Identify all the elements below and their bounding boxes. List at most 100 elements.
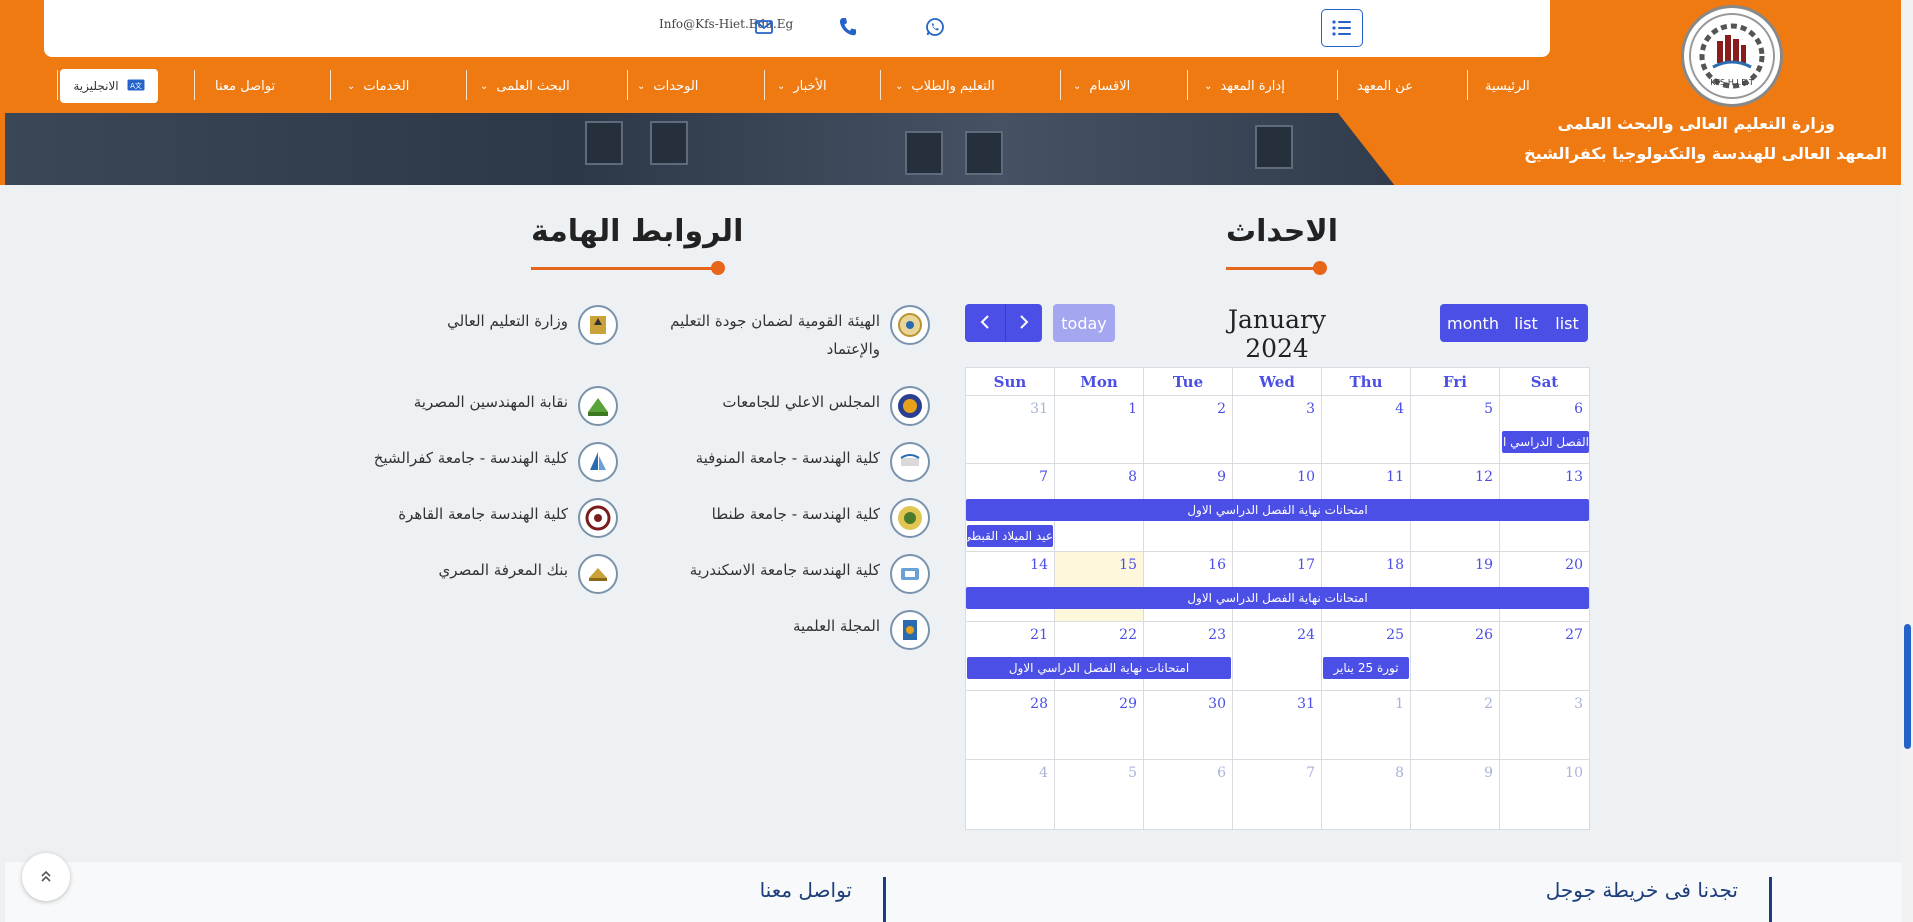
translate-icon: A文	[127, 79, 145, 94]
calendar-month-title: January 2024	[1227, 305, 1327, 363]
nav-news[interactable]: الأخبار ⌄	[777, 72, 827, 100]
journal-logo-icon	[890, 610, 930, 650]
hamburger-menu-button[interactable]	[1321, 9, 1363, 47]
calendar-day[interactable]: 2	[1144, 396, 1233, 464]
nav-divider	[194, 70, 195, 100]
footer-divider	[1769, 877, 1772, 922]
council-logo-icon	[890, 386, 930, 426]
calendar-day[interactable]: 10	[1500, 760, 1589, 829]
calendar-day[interactable]: 4	[1322, 396, 1411, 464]
alexandria-logo-icon	[890, 554, 930, 594]
link-scientific-journal[interactable]: المجلة العلمية	[793, 610, 930, 650]
phone-icon[interactable]	[838, 16, 858, 38]
footer-contact-title: تواصل معنا	[759, 878, 852, 902]
link-supreme-council-universities[interactable]: المجلس الاعلي للجامعات	[722, 386, 930, 426]
calendar-day[interactable]: 5	[1411, 396, 1500, 464]
link-egyptian-knowledge-bank[interactable]: بنك المعرفة المصري	[439, 554, 618, 594]
chevron-left-icon	[979, 314, 991, 333]
envelope-icon[interactable]	[754, 17, 774, 37]
calendar-day[interactable]: 8	[1322, 760, 1411, 829]
calendar-event[interactable]: ثورة 25 يناير	[1323, 657, 1409, 679]
nav-education-students[interactable]: التعليم والطلاب ⌄	[895, 72, 995, 100]
link-higher-education-ministry[interactable]: وزارة التعليم العالي	[447, 305, 618, 345]
calendar-day[interactable]: 3	[1233, 396, 1322, 464]
quality-authority-logo-icon	[890, 305, 930, 345]
calendar-today-button[interactable]: today	[1053, 304, 1115, 342]
calendar-prev-button[interactable]	[965, 304, 1005, 342]
top-contact-bar: Info@Kfs-Hiet.Edu.Eg	[44, 0, 1550, 57]
calendar-day[interactable]: 31	[966, 396, 1055, 464]
nav-research[interactable]: البحث العلمى ⌄	[480, 72, 570, 100]
chevron-down-icon: ⌄	[637, 80, 646, 92]
double-chevron-up-icon	[40, 868, 52, 887]
nav-divider	[1060, 70, 1061, 100]
calendar-day[interactable]: 30	[1144, 691, 1233, 760]
calendar-event[interactable]: الفصل الدراسي الاول	[1502, 431, 1589, 453]
calendar-view-month-button[interactable]: month	[1440, 304, 1506, 342]
language-switch-button[interactable]: A文 الانجليزية	[60, 69, 158, 103]
scrollbar-track[interactable]	[1901, 0, 1913, 922]
calendar-day[interactable]: 31	[1233, 691, 1322, 760]
calendar-day[interactable]: 9	[1411, 760, 1500, 829]
institute-name: المعهد العالى للهندسة والتكنولوجيا بكفرا…	[1524, 144, 1887, 163]
calendar-next-button[interactable]	[1005, 304, 1042, 342]
whatsapp-icon[interactable]	[924, 16, 946, 38]
calendar-day[interactable]: 6	[1500, 396, 1589, 464]
nav-divider	[330, 70, 331, 100]
chevron-down-icon: ⌄	[1204, 80, 1213, 92]
link-tanta-engineering[interactable]: كلية الهندسة - جامعة طنطا	[712, 498, 930, 538]
calendar-day[interactable]: 24	[1233, 622, 1322, 691]
calendar-grid: Sun Mon Tue Wed Thu Fri Sat 31 1 2 3 4 5…	[965, 367, 1590, 830]
calendar-view-list-button-2[interactable]: list	[1546, 304, 1588, 342]
footer-divider	[883, 877, 886, 922]
nav-about[interactable]: عن المعهد	[1357, 72, 1413, 100]
link-kafrelsheikh-engineering[interactable]: كلية الهندسة - جامعة كفرالشيخ	[374, 442, 618, 482]
calendar-day[interactable]: 26	[1411, 622, 1500, 691]
link-cairo-engineering[interactable]: كلية الهندسة جامعة القاهرة	[398, 498, 618, 538]
link-engineers-syndicate[interactable]: نقابة المهندسين المصرية	[414, 386, 618, 426]
calendar-day[interactable]: 6	[1144, 760, 1233, 829]
nav-divider	[57, 70, 58, 100]
calendar-view-list-button[interactable]: list	[1506, 304, 1546, 342]
weekday-header: Thu	[1322, 368, 1411, 396]
nav-divider	[1467, 70, 1468, 100]
knowledge-bank-logo-icon	[578, 554, 618, 594]
calendar-day[interactable]: 1	[1322, 691, 1411, 760]
calendar-event[interactable]: عيد الميلاد القبطي	[967, 525, 1053, 547]
calendar-day[interactable]: 5	[1055, 760, 1144, 829]
link-alexandria-engineering[interactable]: كلية الهندسة جامعة الاسكندرية	[690, 554, 930, 594]
chevron-down-icon: ⌄	[777, 80, 786, 92]
links-title-underline	[531, 267, 721, 270]
institute-logo[interactable]: KFS-H.I.E.T	[1681, 5, 1783, 107]
links-title: الروابط الهامة	[531, 214, 744, 249]
list-menu-icon	[1332, 20, 1351, 36]
calendar-event[interactable]: امتحانات نهاية الفصل الدراسي الاول	[967, 657, 1231, 679]
nav-departments[interactable]: الاقسام ⌄	[1073, 72, 1130, 100]
link-menoufia-engineering[interactable]: كلية الهندسة - جامعة المنوفية	[696, 442, 930, 482]
kafrelsheikh-logo-icon	[578, 442, 618, 482]
scroll-to-top-button[interactable]	[22, 853, 70, 901]
calendar-event[interactable]: امتحانات نهاية الفصل الدراسي الاول	[966, 587, 1589, 609]
nav-home[interactable]: الرئيسية	[1485, 72, 1530, 100]
link-quality-authority[interactable]: الهيئة القومية لضمان جودة التعليم والإعت…	[630, 305, 930, 363]
calendar-event[interactable]: امتحانات نهاية الفصل الدراسي الاول	[966, 499, 1589, 521]
calendar-day[interactable]: 3	[1500, 691, 1589, 760]
calendar-day[interactable]: 27	[1500, 622, 1589, 691]
svg-text:A文: A文	[130, 81, 142, 90]
scrollbar-thumb[interactable]	[1904, 624, 1911, 749]
nav-units[interactable]: الوحدات ⌄	[637, 72, 698, 100]
nav-administration[interactable]: إدارة المعهد ⌄	[1204, 72, 1285, 100]
tanta-logo-icon	[890, 498, 930, 538]
calendar-day[interactable]: 1	[1055, 396, 1144, 464]
calendar-day[interactable]: 7	[1233, 760, 1322, 829]
nav-divider	[764, 70, 765, 100]
calendar-day[interactable]: 2	[1411, 691, 1500, 760]
calendar-day[interactable]: 28	[966, 691, 1055, 760]
nav-divider	[466, 70, 467, 100]
nav-contact[interactable]: تواصل معنا	[215, 72, 275, 100]
calendar-day[interactable]: 4	[966, 760, 1055, 829]
nav-divider	[1337, 70, 1338, 100]
calendar-day[interactable]: 29	[1055, 691, 1144, 760]
nav-services[interactable]: الخدمات ⌄	[347, 72, 409, 100]
nav-divider	[1187, 70, 1188, 100]
